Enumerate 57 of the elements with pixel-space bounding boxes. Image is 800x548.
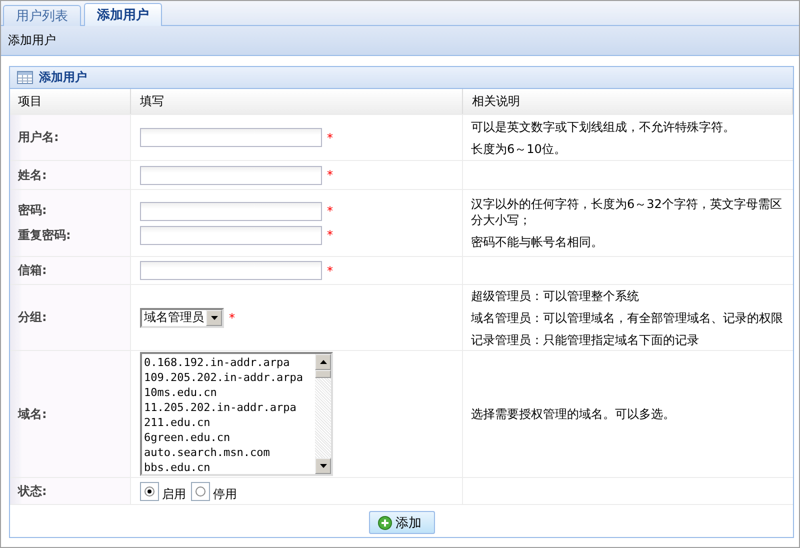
list-option[interactable]: 211.edu.cn — [144, 415, 315, 430]
list-option[interactable]: bbs.edu.cn — [144, 460, 315, 474]
required-mark: * — [327, 168, 333, 182]
tab[interactable]: 用户列表 — [3, 5, 81, 26]
add-button[interactable]: 添加 — [368, 511, 434, 534]
field-label: 密码: — [18, 202, 48, 219]
field-label: 域名: — [18, 406, 48, 422]
radio-label: 停用 — [213, 486, 237, 502]
list-option[interactable]: 10ms.edu.cn — [144, 385, 315, 400]
up-arrow-icon — [320, 360, 326, 364]
field-label: 用户名: — [18, 129, 60, 146]
help-text: 长度为6～10位。 — [471, 140, 567, 156]
down-arrow-icon — [210, 316, 218, 320]
required-mark: * — [327, 130, 333, 144]
text-input[interactable] — [140, 166, 322, 184]
field-label: 信箱: — [18, 262, 48, 279]
required-mark: * — [327, 204, 333, 218]
field-label: 状态: — [18, 482, 48, 500]
scroll-up-button[interactable] — [315, 354, 331, 370]
text-input[interactable] — [140, 226, 322, 244]
radio-button[interactable] — [191, 482, 210, 500]
column-header: 相关说明 — [463, 89, 793, 114]
scroll-down-button[interactable] — [315, 458, 331, 474]
text-input[interactable] — [140, 202, 322, 220]
tab[interactable]: 添加用户 — [84, 3, 162, 26]
panel-title: 添加用户 — [39, 69, 87, 86]
text-input[interactable] — [140, 128, 322, 147]
table-icon — [17, 71, 33, 84]
field-label: 分组: — [18, 309, 48, 326]
help-text: 选择需要授权管理的域名。可以多选。 — [471, 406, 676, 422]
column-header: 项目 — [10, 89, 131, 114]
list-option[interactable]: 11.205.202.in-addr.arpa — [144, 400, 315, 415]
help-text: 记录管理员：只能管理指定域名下面的记录 — [471, 332, 700, 348]
list-option[interactable]: auto.search.msn.com — [144, 445, 315, 460]
group-select[interactable]: 域名管理员 — [140, 308, 224, 328]
help-text: 密码不能与帐号名相同。 — [471, 234, 604, 250]
help-text: 可以是英文数字或下划线组成，不允许特殊字符。 — [471, 118, 736, 134]
scroll-thumb[interactable] — [315, 370, 331, 378]
domain-listbox[interactable]: 0.168.192.in-addr.arpa 109.205.202.in-addr.arpa 10ms.edu.cn 11.205.202.in-addr.arpa 211.edu.cn 6green.edu.cn auto.search.msn.com bbs.edu.cn — [140, 352, 333, 476]
field-label: 姓名: — [18, 166, 48, 184]
breadcrumb-bar: 添加用户 — [1, 26, 799, 56]
field-label: 重复密码: — [18, 227, 72, 244]
list-option[interactable]: 6green.edu.cn — [144, 430, 315, 445]
required-mark: * — [327, 264, 333, 278]
radio-label: 启用 — [162, 486, 186, 502]
required-mark: * — [229, 310, 235, 324]
list-option[interactable]: 109.205.202.in-addr.arpa — [144, 370, 315, 385]
help-text: 超级管理员：可以管理整个系统 — [471, 288, 640, 304]
radio-button[interactable] — [140, 482, 159, 500]
column-header: 填写 — [131, 89, 463, 114]
help-text: 域名管理员：可以管理域名，有全部管理域名、记录的权限 — [471, 310, 784, 326]
list-option[interactable]: 0.168.192.in-addr.arpa — [144, 355, 315, 370]
required-mark: * — [327, 228, 333, 242]
plus-icon — [378, 516, 392, 530]
text-input[interactable] — [140, 261, 322, 280]
down-arrow-icon — [320, 464, 326, 468]
help-text: 汉字以外的任何字符，长度为6～32个字符，英文字母需区分大小写； — [471, 196, 783, 228]
